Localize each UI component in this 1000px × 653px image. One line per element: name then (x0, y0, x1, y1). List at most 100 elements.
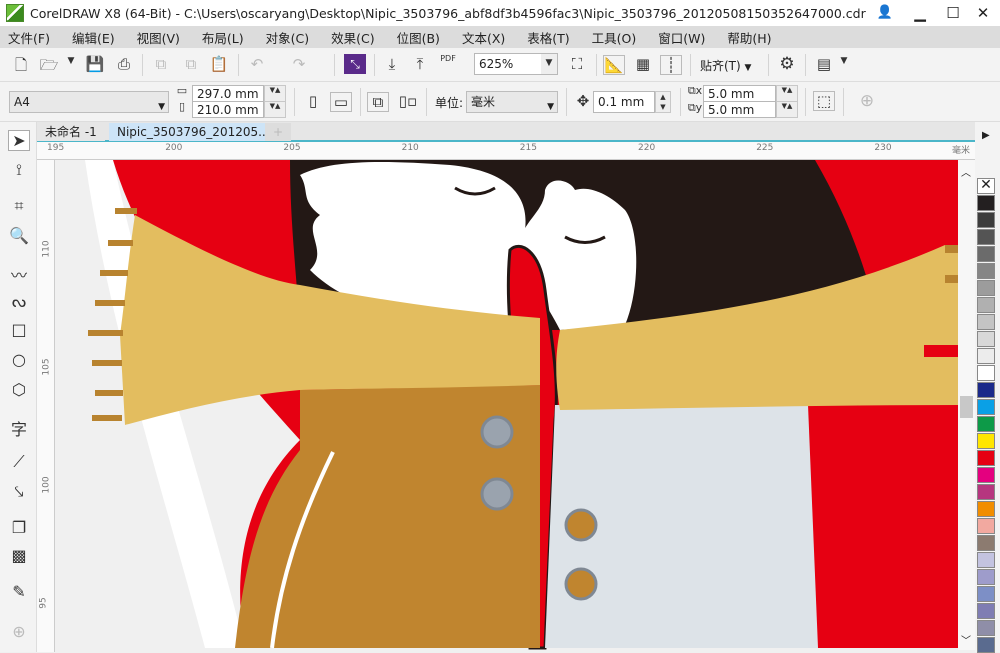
menu-item[interactable]: 文本(X) (462, 28, 505, 47)
palette-menu-icon[interactable]: ▶ (982, 130, 990, 141)
height-spinner[interactable]: ▼▲ (264, 101, 286, 118)
scroll-up-icon[interactable]: ︿ (961, 164, 971, 179)
color-swatch[interactable] (977, 569, 995, 585)
color-swatch[interactable] (977, 399, 995, 415)
minimize-button[interactable]: ▁ (905, 3, 935, 23)
tab-nipic[interactable]: Nipic_3503796_201205... (109, 123, 270, 141)
zoom-to-page-icon[interactable]: ⛶ (566, 55, 588, 73)
show-rulers-icon[interactable]: 📐 (603, 55, 625, 75)
menu-item[interactable]: 布局(L) (202, 28, 244, 47)
print-icon[interactable]: ⎙ (113, 55, 135, 73)
new-document-icon[interactable]: 🗋 (10, 55, 32, 80)
color-swatch[interactable] (977, 297, 995, 313)
no-color-swatch[interactable]: ✕ (977, 178, 995, 194)
scroll-down-icon[interactable]: ﹀ (961, 632, 971, 647)
rectangle-tool-icon[interactable]: □ (8, 320, 30, 339)
copy-icon[interactable]: ⧉ (180, 55, 202, 73)
color-swatch[interactable] (977, 263, 995, 279)
color-swatch[interactable] (977, 501, 995, 517)
treat-as-filled-icon[interactable]: ⬚ (813, 91, 835, 111)
cut-icon[interactable]: ⧉ (150, 55, 172, 73)
add-tool-icon[interactable]: ⊕ (8, 622, 30, 641)
export-icon[interactable]: ⤒ (409, 55, 431, 73)
color-swatch[interactable] (977, 484, 995, 500)
crop-tool-icon[interactable]: ⌗ (8, 196, 30, 216)
landscape-icon[interactable]: ▭ (330, 92, 352, 112)
account-icon[interactable]: 👤 (870, 3, 900, 23)
color-swatch[interactable] (977, 229, 995, 245)
color-swatch[interactable] (977, 365, 995, 381)
menu-item[interactable]: 视图(V) (137, 28, 180, 47)
color-swatch[interactable] (977, 620, 995, 636)
snap-to-menu[interactable]: 贴齐(T) ▼ (700, 57, 751, 74)
menu-item[interactable]: 帮助(H) (727, 28, 771, 47)
menu-item[interactable]: 窗口(W) (658, 28, 705, 47)
parallel-dimension-tool-icon[interactable]: ⟋ (8, 452, 30, 472)
nudge-distance-field[interactable]: 0.1 mm (593, 91, 655, 113)
color-swatch[interactable] (977, 535, 995, 551)
application-launcher-icon[interactable]: ▤ (813, 55, 835, 73)
freehand-tool-icon[interactable]: 〰 (8, 262, 30, 286)
all-pages-icon[interactable]: ⧉ (367, 92, 389, 112)
maximize-button[interactable]: ☐ (938, 3, 968, 23)
options-gear-icon[interactable]: ⚙ (776, 54, 798, 74)
open-dropdown-icon[interactable]: ▼ (60, 56, 82, 66)
vertical-ruler[interactable]: 110 105 100 95 (37, 160, 55, 652)
close-button[interactable]: ✕ (968, 3, 998, 23)
color-swatch[interactable] (977, 603, 995, 619)
redo-icon[interactable]: ↷ (288, 55, 310, 73)
duplicate-y-spinner[interactable]: ▼▲ (776, 101, 798, 118)
horizontal-ruler[interactable]: 195 200 205 210 215 220 225 230 毫米 (37, 142, 975, 160)
portrait-icon[interactable]: ▯ (302, 92, 324, 110)
scrollbar-thumb[interactable] (960, 396, 973, 418)
menu-item[interactable]: 工具(O) (592, 28, 637, 47)
duplicate-y-field[interactable]: 5.0 mm (703, 101, 776, 118)
add-tab-button[interactable]: + (265, 123, 292, 141)
width-spinner[interactable]: ▼▲ (264, 85, 286, 102)
color-swatch[interactable] (977, 212, 995, 228)
import-icon[interactable]: ⤓ (381, 55, 403, 73)
save-icon[interactable]: 💾 (84, 55, 106, 73)
open-icon[interactable]: 🗁 (38, 55, 60, 80)
color-swatch[interactable] (977, 331, 995, 347)
color-swatch[interactable] (977, 518, 995, 534)
corel-connect-icon[interactable]: ⤡ (344, 54, 366, 74)
color-swatch[interactable] (977, 467, 995, 483)
menu-item[interactable]: 文件(F) (8, 28, 50, 47)
artistic-media-tool-icon[interactable]: ᔓ (8, 292, 30, 311)
page-size-select[interactable]: A4 ▼ (9, 91, 169, 113)
color-swatch[interactable] (977, 246, 995, 262)
text-tool-icon[interactable]: 字 (8, 416, 30, 440)
drop-shadow-tool-icon[interactable]: ❐ (8, 518, 30, 537)
color-swatch[interactable] (977, 348, 995, 364)
connector-tool-icon[interactable]: ⤥ (8, 482, 30, 502)
color-swatch[interactable] (977, 416, 995, 432)
shape-tool-icon[interactable]: ⟟ (8, 160, 30, 180)
add-icon[interactable]: ⊕ (856, 91, 878, 111)
color-swatch[interactable] (977, 314, 995, 330)
transparency-tool-icon[interactable]: ▩ (8, 546, 30, 565)
duplicate-x-field[interactable]: 5.0 mm (703, 85, 776, 102)
color-swatch[interactable] (977, 450, 995, 466)
color-swatch[interactable] (977, 195, 995, 211)
vertical-scrollbar[interactable]: ︿ ﹀ (958, 160, 975, 650)
menu-item[interactable]: 表格(T) (527, 28, 569, 47)
menu-item[interactable]: 编辑(E) (72, 28, 115, 47)
tab-untitled[interactable]: 未命名 -1 (37, 123, 105, 141)
export-pdf-icon[interactable]: PDF (437, 54, 459, 63)
nudge-spinner[interactable]: ▲ ▼ (655, 91, 671, 113)
color-swatch[interactable] (977, 382, 995, 398)
color-swatch[interactable] (977, 637, 995, 653)
color-swatch[interactable] (977, 552, 995, 568)
launcher-dropdown-icon[interactable]: ▼ (833, 56, 855, 66)
paste-icon[interactable]: 📋 (208, 55, 230, 73)
color-swatch[interactable] (977, 586, 995, 602)
drawing-canvas[interactable] (55, 160, 958, 650)
zoom-tool-icon[interactable]: 🔍 (8, 226, 30, 245)
page-width-field[interactable]: 297.0 mm (192, 85, 264, 102)
undo-icon[interactable]: ↶ (246, 55, 268, 73)
page-height-field[interactable]: 210.0 mm (192, 101, 264, 118)
units-select[interactable]: 毫米 ▼ (466, 91, 558, 113)
color-eyedropper-tool-icon[interactable]: ✎ (8, 582, 30, 601)
zoom-dropdown-icon[interactable]: ▼ (541, 54, 557, 74)
